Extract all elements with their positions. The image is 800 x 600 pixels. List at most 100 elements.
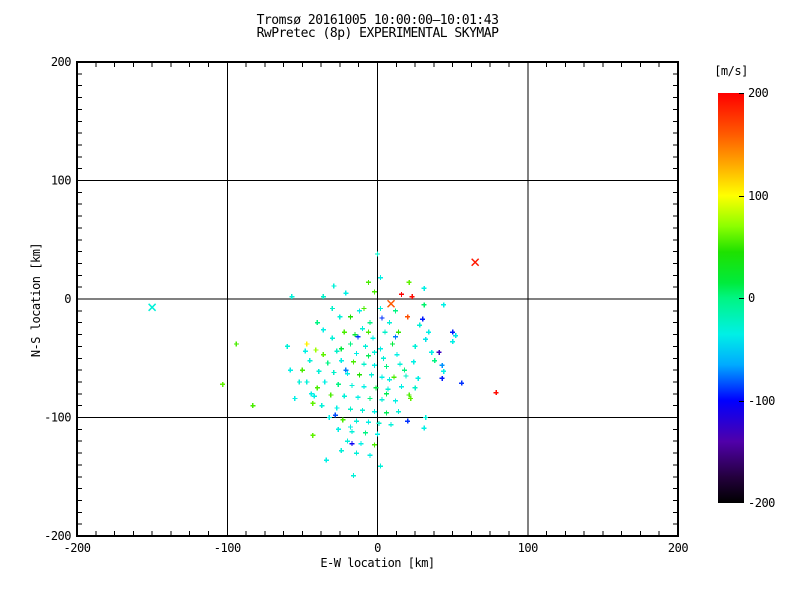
- data-point: [379, 397, 385, 403]
- colorbar-tick: [739, 93, 744, 94]
- colorbar-tick: [739, 298, 744, 299]
- data-point: [493, 390, 499, 396]
- data-point: [329, 305, 335, 311]
- x-tick-label: 200: [668, 541, 688, 555]
- data-point: [320, 294, 326, 300]
- data-point: [319, 403, 325, 409]
- data-point: [332, 412, 338, 418]
- data-point: [371, 442, 377, 448]
- data-point: [393, 334, 399, 340]
- data-point: [405, 418, 411, 424]
- data-point: [314, 385, 320, 391]
- data-point: [359, 407, 365, 413]
- data-point: [313, 347, 319, 353]
- data-point: [396, 329, 402, 335]
- data-point-x-marker: [148, 303, 157, 312]
- x-tick-label: -100: [214, 541, 241, 555]
- data-point: [334, 348, 340, 354]
- data-point: [382, 329, 388, 335]
- data-point: [403, 373, 409, 379]
- data-point: [338, 448, 344, 454]
- data-point: [365, 419, 371, 425]
- data-point: [365, 279, 371, 285]
- data-point: [358, 441, 364, 447]
- data-point: [320, 327, 326, 333]
- data-point: [381, 355, 387, 361]
- data-point: [353, 450, 359, 456]
- data-point: [299, 367, 305, 373]
- data-point: [399, 384, 405, 390]
- data-point: [337, 314, 343, 320]
- data-point: [314, 320, 320, 326]
- skymap-figure: Tromsø 20161005 10:00:00–10:01:43 RwPret…: [0, 0, 800, 600]
- data-point: [335, 381, 341, 387]
- data-point: [365, 329, 371, 335]
- data-point: [341, 329, 347, 335]
- data-point: [371, 409, 377, 415]
- data-point: [367, 320, 373, 326]
- colorbar-tick-label: 100: [748, 188, 769, 203]
- data-point: [349, 441, 355, 447]
- data-point: [390, 341, 396, 347]
- data-point: [378, 346, 384, 352]
- data-point: [417, 322, 423, 328]
- colorbar-tick-label: -100: [748, 393, 775, 408]
- data-point: [310, 432, 316, 438]
- data-point: [412, 343, 418, 349]
- data-point: [338, 346, 344, 352]
- data-point: [371, 289, 377, 295]
- data-point: [284, 343, 290, 349]
- data-point: [323, 457, 329, 463]
- data-point: [367, 396, 373, 402]
- data-point: [356, 308, 362, 314]
- data-point: [441, 368, 447, 374]
- colorbar-tick-label: 0: [748, 291, 755, 305]
- data-point: [349, 429, 355, 435]
- data-point: [421, 425, 427, 431]
- x-tick-label: 100: [518, 541, 538, 555]
- y-tick-label: 200: [51, 55, 71, 69]
- data-point: [396, 409, 402, 415]
- data-point: [387, 377, 393, 383]
- data-point: [415, 375, 421, 381]
- data-point: [397, 361, 403, 367]
- data-point: [220, 381, 226, 387]
- x-tick-label: -200: [64, 541, 91, 555]
- data-point: [365, 353, 371, 359]
- data-point: [292, 396, 298, 402]
- data-point: [421, 302, 427, 308]
- data-point: [384, 391, 390, 397]
- data-point: [378, 463, 384, 469]
- y-tick-label: -200: [44, 529, 71, 543]
- data-point: [349, 383, 355, 389]
- data-point: [233, 341, 239, 347]
- data-point: [409, 294, 415, 300]
- scatter-plot-area: -200 -100 0 100 200 -200 -100 0 100 200: [44, 55, 689, 555]
- x-tick-label: 0: [374, 541, 381, 555]
- data-point: [296, 379, 302, 385]
- data-point: [385, 386, 391, 392]
- data-point: [338, 358, 344, 364]
- data-point: [353, 418, 359, 424]
- y-axis-label: N-S location [km]: [29, 242, 43, 358]
- data-point: [361, 305, 367, 311]
- data-point: [371, 362, 377, 368]
- y-tick-label: -100: [44, 411, 71, 425]
- colorbar-unit-label: [m/s]: [714, 64, 748, 78]
- data-point: [347, 314, 353, 320]
- data-point: [334, 405, 340, 411]
- data-point: [405, 314, 411, 320]
- data-point: [420, 316, 426, 322]
- data-point-x-marker: [386, 299, 396, 308]
- data-point: [399, 291, 405, 297]
- data-point: [347, 406, 353, 412]
- data-point: [304, 379, 310, 385]
- data-point: [361, 361, 367, 367]
- data-point: [379, 315, 385, 321]
- data-point: [322, 379, 328, 385]
- data-point: [423, 415, 429, 420]
- data-point: [423, 336, 429, 342]
- colorbar-tick-label: 200: [748, 86, 769, 100]
- data-point: [387, 320, 393, 326]
- data-point: [353, 351, 359, 357]
